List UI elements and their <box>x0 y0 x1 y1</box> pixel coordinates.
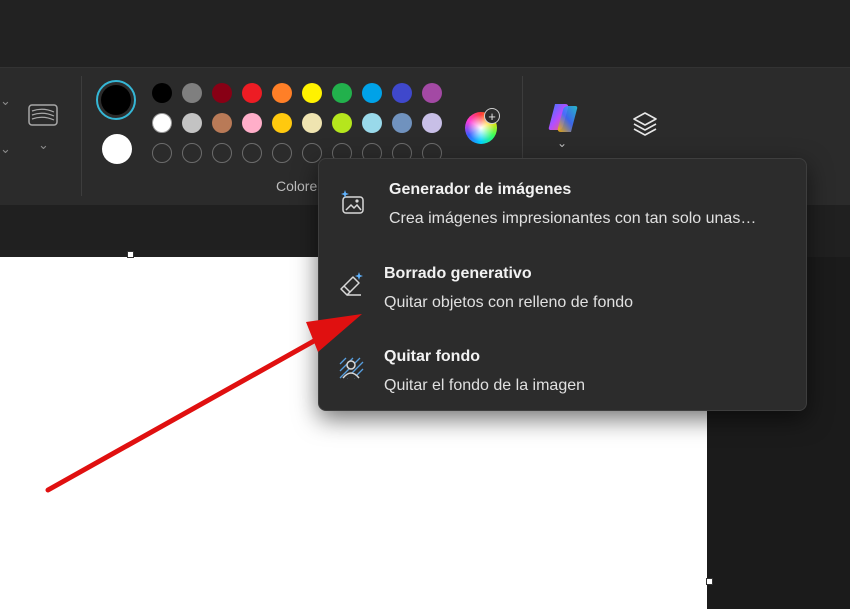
layers-icon[interactable] <box>631 110 659 138</box>
color-swatch[interactable] <box>212 113 232 133</box>
color-swatch[interactable] <box>362 113 382 133</box>
custom-color-slot[interactable] <box>242 143 262 163</box>
color-swatch[interactable] <box>422 113 442 133</box>
color-2-selector[interactable] <box>102 134 132 164</box>
color-swatch[interactable] <box>332 83 352 103</box>
color-swatch[interactable] <box>182 83 202 103</box>
divider <box>81 76 82 196</box>
remove-background-icon <box>339 357 364 379</box>
menu-item-title: Borrado generativo <box>384 265 532 282</box>
chevron-down-icon[interactable]: ⌄ <box>557 136 567 150</box>
color-1-selector[interactable] <box>96 80 136 120</box>
menu-item-description: Quitar objetos con relleno de fondo <box>384 294 634 311</box>
tools-group: ⌄ ⌄ ⌄ <box>0 68 80 206</box>
copilot-menu: Generador de imágenes Crea imágenes impr… <box>318 158 807 411</box>
color-swatch[interactable] <box>302 113 322 133</box>
custom-color-slot[interactable] <box>182 143 202 163</box>
custom-color-slot[interactable] <box>212 143 232 163</box>
chevron-down-icon[interactable]: ⌄ <box>0 142 11 155</box>
color-swatch[interactable] <box>152 113 172 133</box>
foreground-color <box>101 85 131 115</box>
menu-item-remove-background[interactable]: Quitar fondo Quitar el fondo de la image… <box>319 334 806 414</box>
title-bar <box>0 0 850 67</box>
custom-color-slot[interactable] <box>152 143 172 163</box>
image-sparkle-icon <box>341 190 364 214</box>
resize-handle[interactable] <box>127 251 134 258</box>
color-swatch[interactable] <box>422 83 442 103</box>
color-swatch[interactable] <box>392 83 412 103</box>
resize-handle[interactable] <box>706 578 713 585</box>
menu-item-title: Quitar fondo <box>384 348 480 365</box>
color-swatch[interactable] <box>362 83 382 103</box>
brush-icon[interactable] <box>28 104 58 128</box>
chevron-down-icon[interactable]: ⌄ <box>0 94 11 107</box>
color-swatch[interactable] <box>392 113 412 133</box>
color-swatch[interactable] <box>242 113 262 133</box>
color-swatch[interactable] <box>212 83 232 103</box>
menu-item-image-generator[interactable]: Generador de imágenes Crea imágenes impr… <box>319 167 806 247</box>
menu-item-description: Crea imágenes impresionantes con tan sol… <box>389 210 757 227</box>
color-swatch[interactable] <box>302 83 322 103</box>
color-swatch[interactable] <box>242 83 262 103</box>
colors-group-label: Colore <box>276 178 318 194</box>
eraser-sparkle-icon <box>340 272 363 296</box>
color-swatch[interactable] <box>272 83 292 103</box>
custom-color-slot[interactable] <box>272 143 292 163</box>
menu-item-title: Generador de imágenes <box>389 181 572 198</box>
color-swatch[interactable] <box>272 113 292 133</box>
copilot-icon[interactable] <box>546 101 580 135</box>
color-swatch[interactable] <box>152 83 172 103</box>
chevron-down-icon[interactable]: ⌄ <box>38 138 49 151</box>
color-swatch[interactable] <box>182 113 202 133</box>
menu-item-generative-erase[interactable]: Borrado generativo Quitar objetos con re… <box>319 251 806 331</box>
plus-icon: + <box>484 108 500 124</box>
color-swatch[interactable] <box>332 113 352 133</box>
menu-item-description: Quitar el fondo de la imagen <box>384 377 586 394</box>
